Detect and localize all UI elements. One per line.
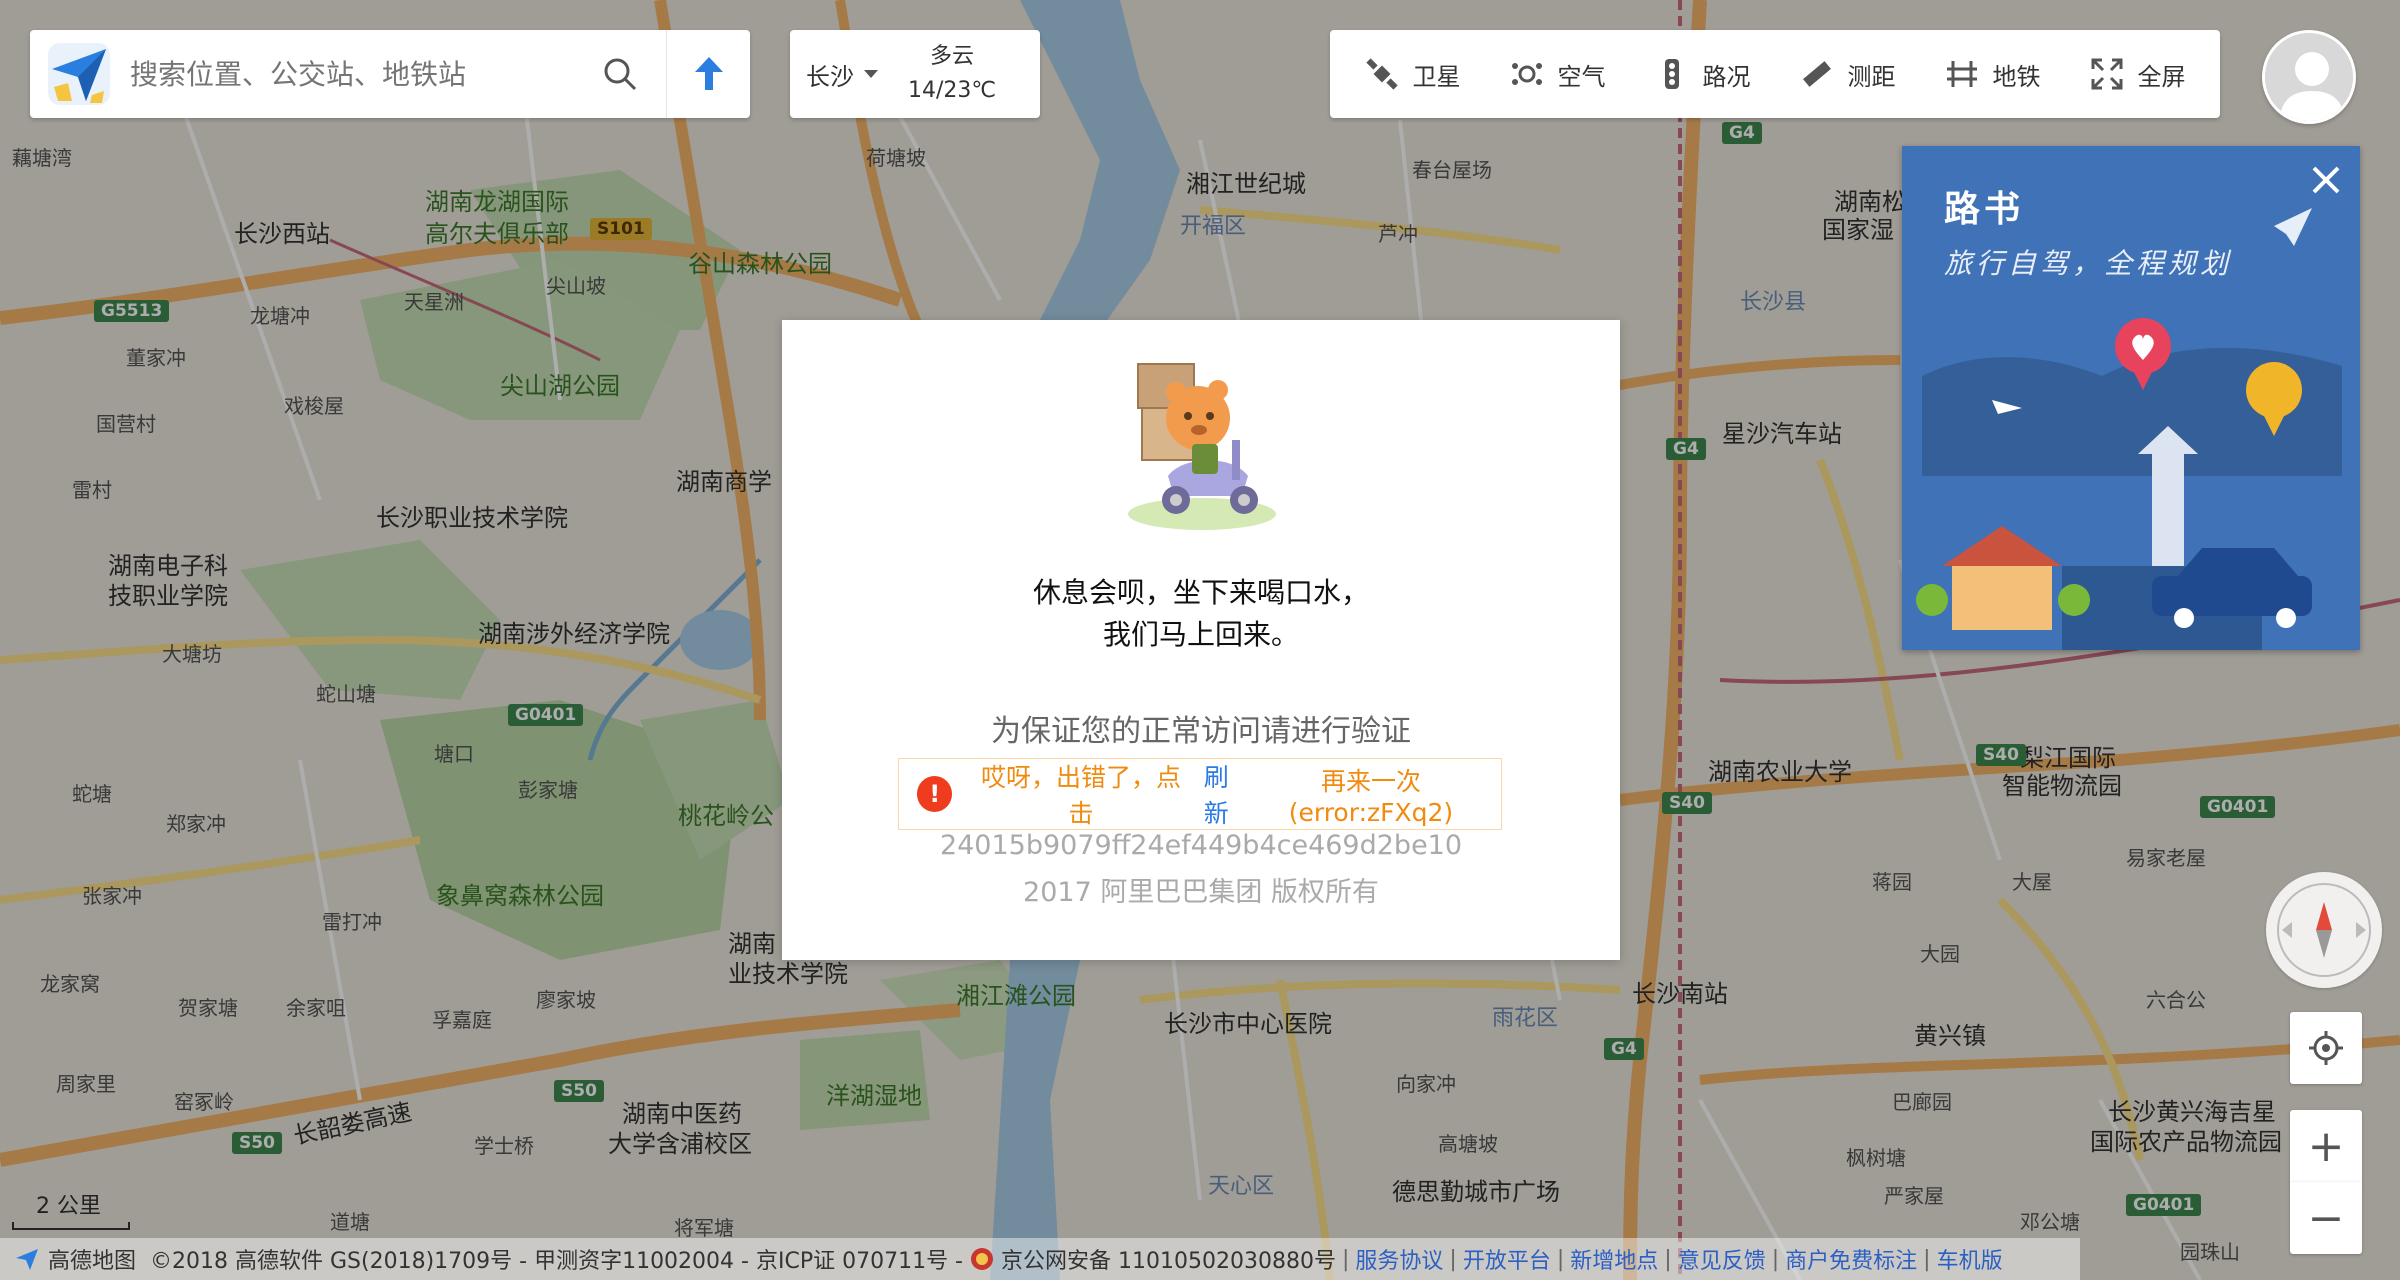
fullscreen-icon bbox=[2091, 58, 2122, 90]
ruler-icon bbox=[1802, 61, 1831, 87]
error-icon: ! bbox=[917, 776, 953, 812]
rest-message: 休息会呗，坐下来喝口水， 我们马上回来。 bbox=[782, 572, 1620, 656]
footer-brand-label: 高德地图 bbox=[48, 1249, 137, 1274]
route-button[interactable] bbox=[666, 30, 750, 118]
satellite-icon bbox=[1365, 58, 1398, 90]
footer-link-open-platform[interactable]: 开放平台 bbox=[1463, 1243, 1551, 1275]
fullscreen-button[interactable]: 全屏 bbox=[2090, 57, 2186, 92]
route-arrow-icon bbox=[694, 57, 723, 90]
city-weather-panel: 长沙 多云 14/23℃ bbox=[790, 30, 1040, 118]
footer-link-car[interactable]: 车机版 bbox=[1937, 1243, 2003, 1275]
promo-slogan: 旅行自驾，全程规划 bbox=[1944, 247, 2233, 280]
footer-separator: | bbox=[1556, 1246, 1565, 1272]
footer-link-service[interactable]: 服务协议 bbox=[1355, 1243, 1443, 1275]
zoom-out-button[interactable]: − bbox=[2290, 1182, 2362, 1254]
city-selector[interactable]: 长沙 bbox=[806, 57, 854, 92]
rest-message-line1: 休息会呗，坐下来喝口水， bbox=[1032, 576, 1369, 609]
measure-button[interactable]: 测距 bbox=[1800, 57, 1896, 92]
refresh-link[interactable]: 刷新 bbox=[1192, 758, 1241, 830]
air-quality-label: 空气 bbox=[1557, 62, 1606, 91]
footer-separator: | bbox=[1449, 1246, 1457, 1272]
police-badge-icon bbox=[971, 1248, 993, 1270]
weather-condition: 多云 bbox=[930, 44, 975, 69]
locate-icon bbox=[2309, 1031, 2343, 1065]
compass-icon bbox=[2277, 883, 2371, 977]
error-text-suffix: 再来一次(error:zFXq2) bbox=[1288, 766, 1454, 827]
traffic-button[interactable]: 路况 bbox=[1655, 57, 1751, 92]
search-input[interactable] bbox=[130, 57, 590, 91]
search-button[interactable] bbox=[590, 44, 650, 104]
error-alert: ! 哎呀，出错了，点击 刷新 再来一次(error:zFXq2) bbox=[898, 758, 1502, 830]
weather-widget[interactable]: 多云 14/23℃ bbox=[908, 40, 996, 108]
subway-label: 地铁 bbox=[1992, 62, 2041, 91]
request-token: 24015b9079ff24ef449b4ce469d2be10 bbox=[939, 830, 1463, 861]
subway-button[interactable]: 地铁 bbox=[1945, 57, 2041, 92]
footer-link-add-place[interactable]: 新增地点 bbox=[1570, 1243, 1658, 1275]
weather-temperature: 14/23℃ bbox=[908, 78, 997, 103]
footer-brand[interactable]: 高德地图 bbox=[14, 1243, 136, 1275]
footer-copyright: ©2018 高德软件 GS(2018)1709号 - 甲测资字11002004 … bbox=[150, 1249, 963, 1274]
verify-prompt: 为保证您的正常访问请进行验证 bbox=[991, 714, 1411, 749]
footer-bar: 高德地图 ©2018 高德软件 GS(2018)1709号 - 甲测资字1100… bbox=[0, 1238, 2080, 1280]
air-quality-icon bbox=[1511, 63, 1542, 85]
traffic-label: 路况 bbox=[1702, 62, 1751, 91]
map-toolbar: 卫星 空气 路况 测距 地铁 全屏 bbox=[1330, 30, 2220, 118]
rest-message-line2: 我们马上回来。 bbox=[1102, 618, 1299, 651]
subway-icon bbox=[1946, 61, 1977, 87]
compass-control[interactable] bbox=[2266, 872, 2382, 988]
user-avatar[interactable] bbox=[2262, 30, 2356, 124]
footer-separator: | bbox=[1664, 1246, 1672, 1272]
error-text-prefix: 哎呀，出错了，点击 bbox=[981, 763, 1182, 828]
footer-police-record[interactable]: 京公网安备 11010502030880号 bbox=[1001, 1243, 1336, 1275]
scale-bar: 2 公里 bbox=[12, 1188, 130, 1230]
scale-label: 2 公里 bbox=[36, 1194, 101, 1219]
footer-separator: | bbox=[1341, 1246, 1350, 1272]
footer-separator: | bbox=[1923, 1246, 1931, 1272]
search-bar bbox=[30, 30, 750, 118]
mascot-scooter-illustration bbox=[1128, 363, 1276, 530]
scale-ruler bbox=[12, 1222, 130, 1230]
traffic-light-icon bbox=[1664, 59, 1679, 89]
promo-title: 路书 bbox=[1944, 189, 2025, 230]
footer-separator: | bbox=[1771, 1246, 1780, 1272]
measure-label: 测距 bbox=[1847, 62, 1896, 91]
close-icon[interactable] bbox=[2306, 160, 2346, 200]
footer-link-merchant[interactable]: 商户免费标注 bbox=[1785, 1243, 1917, 1275]
satellite-label: 卫星 bbox=[1412, 62, 1461, 91]
amap-logo-icon[interactable] bbox=[44, 39, 114, 109]
locate-button[interactable] bbox=[2290, 1012, 2362, 1084]
road-book-promo[interactable]: 路书 旅行自驾，全程规划 bbox=[1902, 146, 2360, 650]
zoom-in-button[interactable]: + bbox=[2290, 1110, 2362, 1182]
fullscreen-label: 全屏 bbox=[2137, 62, 2186, 91]
air-quality-button[interactable]: 空气 bbox=[1510, 57, 1606, 92]
chevron-down-icon[interactable] bbox=[864, 70, 878, 78]
amap-small-logo-icon bbox=[16, 1249, 38, 1270]
modal-copyright: 2017 阿里巴巴集团 版权所有 bbox=[1023, 877, 1379, 908]
verification-modal: 休息会呗，坐下来喝口水， 我们马上回来。 为保证您的正常访问请进行验证 ! 哎呀… bbox=[782, 320, 1620, 960]
satellite-button[interactable]: 卫星 bbox=[1365, 57, 1461, 92]
search-icon bbox=[604, 58, 637, 91]
footer-link-feedback[interactable]: 意见反馈 bbox=[1678, 1243, 1766, 1275]
